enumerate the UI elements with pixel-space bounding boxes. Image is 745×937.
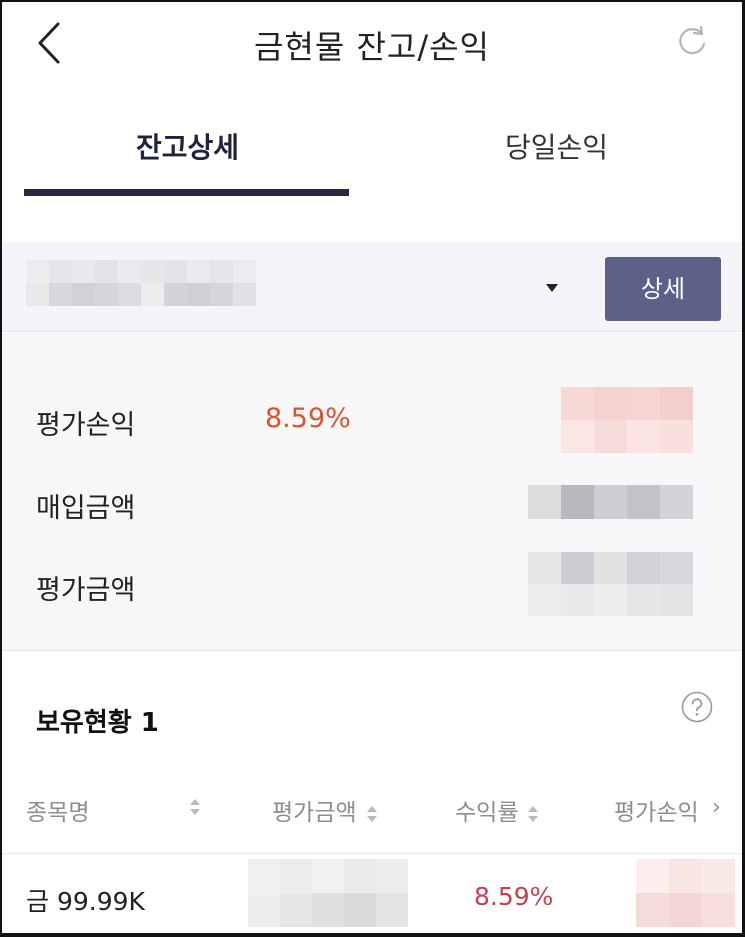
purchase-amount-redacted bbox=[528, 485, 693, 519]
refresh-button[interactable] bbox=[674, 24, 710, 60]
sort-icon[interactable] bbox=[366, 805, 377, 822]
column-header-return[interactable]: 수익률 bbox=[455, 793, 539, 827]
top-bar: 금현물 잔고/손익 bbox=[2, 2, 742, 90]
account-selector[interactable]: 상세 bbox=[2, 242, 742, 332]
holding-evaluation-redacted bbox=[248, 859, 408, 927]
column-header-evaluation[interactable]: 평가금액 bbox=[272, 793, 377, 827]
divider bbox=[2, 853, 742, 854]
evaluation-amount-redacted bbox=[528, 552, 693, 616]
detail-button[interactable]: 상세 bbox=[605, 257, 721, 321]
summary-panel: 평가손익 8.59% 매입금액 평가금액 bbox=[2, 333, 742, 651]
profit-loss-amount-redacted bbox=[561, 387, 693, 453]
column-header-label: 종목명 bbox=[26, 800, 90, 826]
evaluation-amount-label: 평가금액 bbox=[36, 575, 136, 606]
sort-icon[interactable] bbox=[528, 805, 539, 822]
caret-down-icon[interactable] bbox=[546, 284, 558, 292]
tab-bar: 잔고상세 당일손익 bbox=[2, 102, 742, 198]
active-tab-indicator bbox=[24, 189, 349, 196]
column-header-label: 수익률 bbox=[455, 800, 519, 826]
profit-loss-rate: 8.59% bbox=[265, 403, 351, 434]
app-screen: 금현물 잔고/손익 잔고상세 당일손익 상세 평가손익 8.59% 매입금액 평… bbox=[0, 0, 745, 937]
chevron-right-icon[interactable]: › bbox=[712, 795, 721, 820]
refresh-icon bbox=[679, 25, 706, 55]
purchase-amount-label: 매입금액 bbox=[36, 493, 136, 524]
tab-balance-detail[interactable]: 잔고상세 bbox=[136, 126, 239, 166]
column-header-name[interactable]: 종목명 bbox=[26, 793, 89, 827]
sort-icon[interactable] bbox=[190, 799, 200, 815]
question-circle-icon[interactable] bbox=[681, 691, 713, 723]
holding-name: 금 99.99K bbox=[26, 887, 145, 916]
column-header-profit-loss[interactable]: 평가손익 bbox=[614, 793, 699, 827]
column-header-label: 평가금액 bbox=[272, 800, 357, 826]
column-header-label: 평가손익 bbox=[614, 800, 699, 826]
holding-return-rate: 8.59% bbox=[474, 882, 554, 911]
page-title: 금현물 잔고/손익 bbox=[253, 28, 491, 66]
profit-loss-label: 평가손익 bbox=[36, 410, 136, 441]
holding-profit-loss-redacted bbox=[636, 859, 735, 927]
account-number-redacted bbox=[26, 260, 256, 306]
holdings-title: 보유현황 1 bbox=[36, 708, 159, 738]
tab-daily-profit[interactable]: 당일손익 bbox=[505, 126, 608, 166]
